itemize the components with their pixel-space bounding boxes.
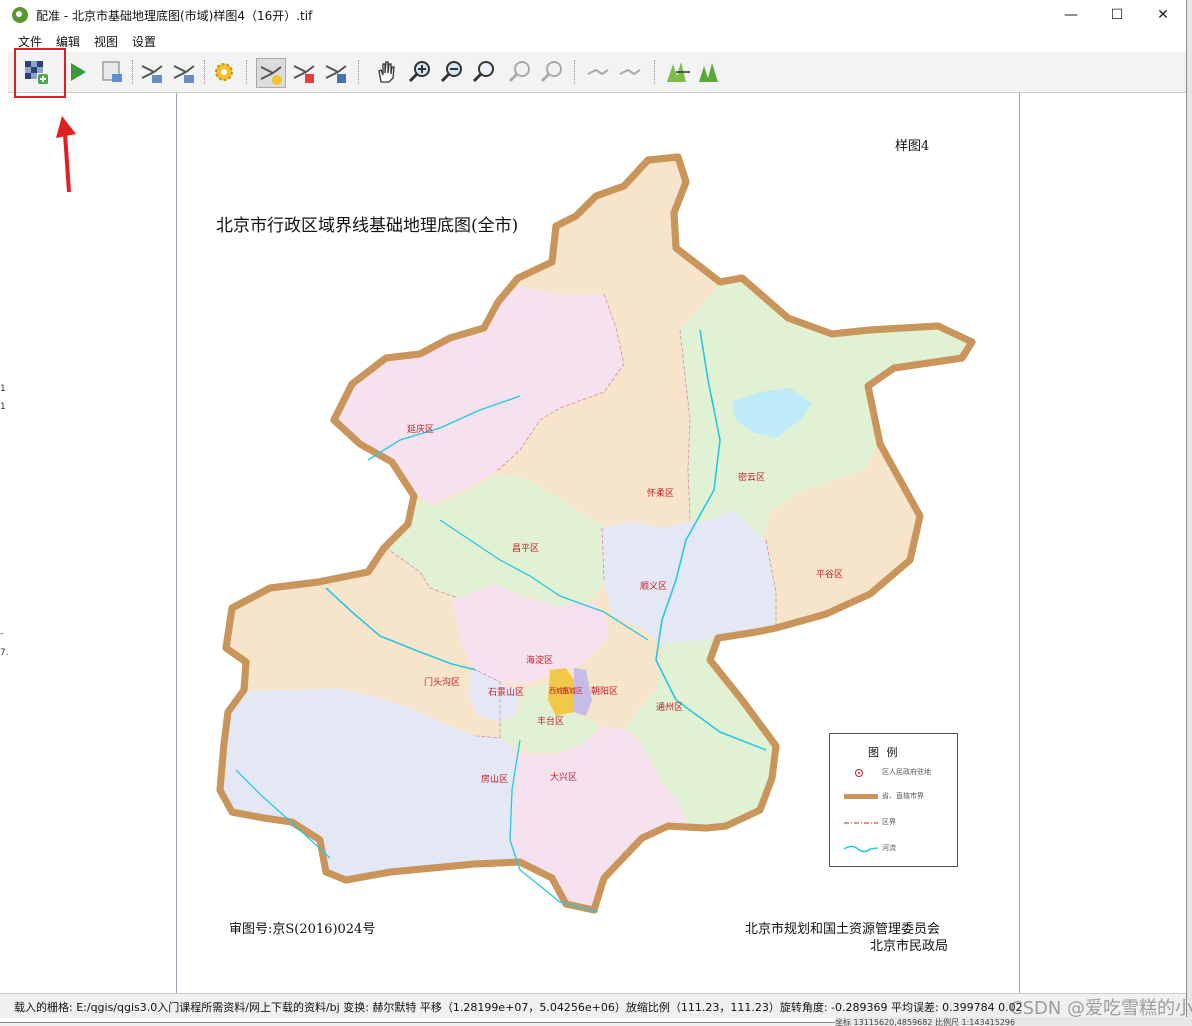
- highlight-box: [14, 48, 66, 98]
- legend-row: 区人民政府驻地: [836, 766, 954, 780]
- label-tongzhou: 通州区: [656, 703, 684, 713]
- label-chaoyang: 朝阳区: [591, 687, 619, 697]
- map-title: 北京市行政区域界线基础地理底图(全市): [216, 216, 519, 236]
- government-seat-icon: [855, 769, 863, 777]
- label-changping: 昌平区: [512, 544, 540, 554]
- map-publisher-2: 北京市民政局: [870, 939, 949, 954]
- label-daxing: 大兴区: [550, 773, 578, 783]
- provincial-boundary-icon: [844, 794, 878, 799]
- background-fragment: -: [0, 629, 4, 639]
- status-text: 载入的栅格: E:/qgis/qgis3.0入门课程所需资料/网上下载的资料/b…: [14, 1001, 1023, 1014]
- label-xicheng: 西城区: [549, 687, 570, 695]
- sheet-label: 样图4: [895, 139, 930, 154]
- legend-label: 区界: [882, 818, 896, 826]
- coordinate-scale-readout: 坐标 13115620,4859682 比例尺 1:143415296: [835, 1018, 1016, 1026]
- river-icon: [844, 845, 878, 853]
- map-approval-number: 审图号:京S(2016)024号: [229, 922, 376, 937]
- label-shijingshan: 石景山区: [488, 688, 525, 698]
- background-fragment: 1: [0, 384, 6, 394]
- main-window-status-strip: 坐标 13115620,4859682 比例尺 1:143415296: [835, 1017, 1192, 1026]
- legend-label: 河流: [882, 844, 896, 852]
- label-fangshan: 房山区: [481, 775, 509, 785]
- red-arrow-annotation: [56, 116, 76, 193]
- district-boundary-icon: [844, 822, 878, 824]
- legend-row: 区界: [836, 816, 954, 830]
- legend-row: 河流: [836, 842, 954, 856]
- label-pinggu: 平谷区: [816, 570, 844, 580]
- beijing-district-map: [216, 153, 976, 914]
- status-bar: 载入的栅格: E:/qgis/qgis3.0入门课程所需资料/网上下载的资料/b…: [0, 993, 1186, 1018]
- label-miyun: 密云区: [738, 473, 766, 483]
- legend-label: 区人民政府驻地: [882, 768, 931, 776]
- label-fengtai: 丰台区: [537, 717, 565, 727]
- label-shunyi: 顺义区: [640, 582, 668, 592]
- label-huairou: 怀柔区: [647, 489, 675, 499]
- map-legend: 图 例 区人民政府驻地 省、直辖市界 区界 河流: [829, 733, 958, 867]
- label-haidian: 海淀区: [526, 656, 554, 666]
- background-fragment: 1: [0, 402, 6, 412]
- background-fragment: 7.: [0, 648, 9, 658]
- legend-row: 省、直辖市界: [836, 790, 954, 804]
- legend-label: 省、直辖市界: [882, 792, 924, 800]
- label-yanqing: 延庆区: [407, 425, 435, 435]
- legend-title: 图 例: [868, 746, 900, 759]
- label-mentougou: 门头沟区: [424, 678, 461, 688]
